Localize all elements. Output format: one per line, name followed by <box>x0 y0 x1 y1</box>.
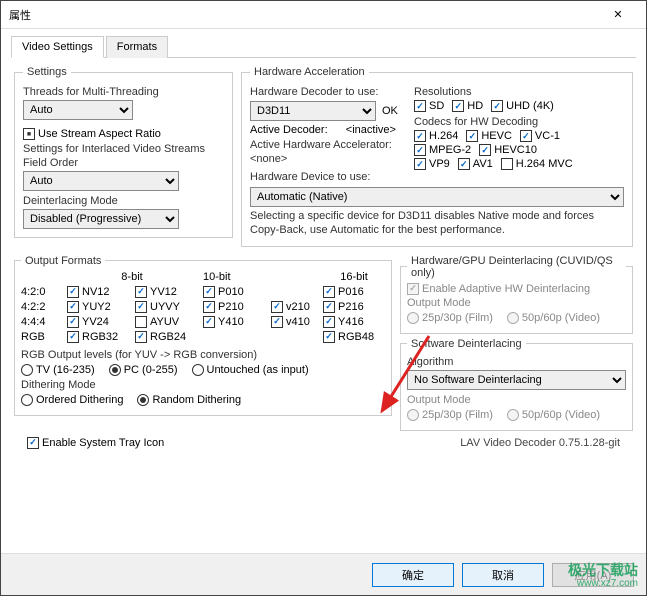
fmt-ayuv-checkbox[interactable]: AYUV <box>135 316 197 328</box>
fmt-y410-checkbox[interactable]: Y410 <box>203 316 265 328</box>
fmt-yv12-checkbox[interactable]: YV12 <box>135 286 197 298</box>
fmt-rgb48-checkbox[interactable]: RGB48 <box>323 331 385 343</box>
codec-mpeg2-checkbox[interactable]: MPEG-2 <box>414 144 471 156</box>
sw-25p-radio: 25p/30p (Film) <box>407 409 493 421</box>
cancel-button[interactable]: 取消 <box>462 563 544 587</box>
fmt-rgb24-checkbox[interactable]: RGB24 <box>135 331 197 343</box>
fmt-p016-checkbox[interactable]: P016 <box>323 286 385 298</box>
hw-50p-radio: 50p/60p (Video) <box>507 312 600 324</box>
hw-deint-group: Hardware/GPU Deinterlacing (CUVID/QS onl… <box>400 255 633 334</box>
fmt-row-420: 4:2:0 <box>21 286 61 298</box>
ok-button[interactable]: 确定 <box>372 563 454 587</box>
watermark-line1: 极光下载站 <box>568 563 638 578</box>
threads-label: Threads for Multi-Threading <box>23 86 224 98</box>
checkbox-icon <box>23 128 35 140</box>
active-decoder-value: <inactive> <box>346 124 396 136</box>
codec-av1-checkbox[interactable]: AV1 <box>458 158 493 170</box>
tab-formats[interactable]: Formats <box>106 36 168 58</box>
hw-25p-radio: 25p/30p (Film) <box>407 312 493 324</box>
fmt-row-444: 4:4:4 <box>21 316 61 328</box>
dither-random-radio[interactable]: Random Dithering <box>137 394 241 406</box>
properties-dialog: 属性 ✕ Video Settings Formats Settings Thr… <box>0 0 647 596</box>
dither-ordered-radio[interactable]: Ordered Dithering <box>21 394 123 406</box>
tray-icon-checkbox[interactable]: Enable System Tray Icon <box>27 437 164 449</box>
hw-device-label: Hardware Device to use: <box>250 171 406 183</box>
sw-outmode-label: Output Mode <box>407 394 626 406</box>
fmt-v410-checkbox[interactable]: v410 <box>271 316 317 328</box>
fmt-y416-checkbox[interactable]: Y416 <box>323 316 385 328</box>
codec-hevc10-checkbox[interactable]: HEVC10 <box>479 144 537 156</box>
hw-decoder-status: OK <box>382 105 398 117</box>
use-stream-ar-checkbox[interactable]: Use Stream Aspect Ratio <box>23 128 161 140</box>
settings-group: Settings Threads for Multi-Threading Aut… <box>14 66 233 238</box>
fmt-v210-checkbox[interactable]: v210 <box>271 301 317 313</box>
codec-hevc-checkbox[interactable]: HEVC <box>466 130 512 142</box>
threads-select[interactable]: Auto <box>23 100 133 120</box>
fmt-row-rgb: RGB <box>21 331 61 343</box>
hw-decoder-select[interactable]: D3D11 <box>250 101 376 121</box>
deint-mode-select[interactable]: Disabled (Progressive) <box>23 209 179 229</box>
fmt-yuy2-checkbox[interactable]: YUY2 <box>67 301 129 313</box>
fmt-yv24-checkbox[interactable]: YV24 <box>67 316 129 328</box>
watermark-line2: www.xz7.com <box>568 578 638 589</box>
fmt-p210-checkbox[interactable]: P210 <box>203 301 265 313</box>
rgb-untouched-radio[interactable]: Untouched (as input) <box>192 364 309 376</box>
window-title: 属性 <box>9 7 598 23</box>
fmt-uyvy-checkbox[interactable]: UYVY <box>135 301 197 313</box>
hw-accel-group: Hardware Acceleration Hardware Decoder t… <box>241 66 633 247</box>
fmt-row-422: 4:2:2 <box>21 301 61 313</box>
fmt-p216-checkbox[interactable]: P216 <box>323 301 385 313</box>
res-hd-checkbox[interactable]: HD <box>452 100 483 112</box>
interlaced-settings-label: Settings for Interlaced Video Streams <box>23 143 224 155</box>
codecs-label: Codecs for HW Decoding <box>414 116 624 128</box>
close-button[interactable]: ✕ <box>598 1 638 29</box>
hw-adaptive-checkbox: Enable Adaptive HW Deinterlacing <box>407 283 626 295</box>
field-order-select[interactable]: Auto <box>23 171 179 191</box>
active-accel-value: <none> <box>250 153 406 165</box>
hw-deint-legend: Hardware/GPU Deinterlacing (CUVID/QS onl… <box>407 255 626 279</box>
active-decoder-label: Active Decoder: <box>250 124 328 136</box>
rgb-tv-radio[interactable]: TV (16-235) <box>21 364 95 376</box>
button-bar: 确定 取消 应用(A) <box>1 553 646 595</box>
output-formats-group: Output Formats 8-bit 10-bit 16-bit 4:2:0… <box>14 255 392 416</box>
deint-mode-label: Deinterlacing Mode <box>23 195 224 207</box>
fmt-nv12-checkbox[interactable]: NV12 <box>67 286 129 298</box>
sw-algo-label: Algorithm <box>407 356 626 368</box>
res-uhd-checkbox[interactable]: UHD (4K) <box>491 100 554 112</box>
sw-50p-radio: 50p/60p (Video) <box>507 409 600 421</box>
hw-decoder-label: Hardware Decoder to use: <box>250 86 406 98</box>
output-formats-legend: Output Formats <box>21 255 105 267</box>
field-order-label: Field Order <box>23 157 224 169</box>
fmt-rgb32-checkbox[interactable]: RGB32 <box>67 331 129 343</box>
settings-legend: Settings <box>23 66 71 78</box>
resolutions-label: Resolutions <box>414 86 624 98</box>
version-label: LAV Video Decoder 0.75.1.28-git <box>460 437 620 449</box>
codec-vp9-checkbox[interactable]: VP9 <box>414 158 450 170</box>
hw-device-note: Selecting a specific device for D3D11 di… <box>250 209 624 238</box>
fmt-hdr-10bit: 10-bit <box>203 271 317 283</box>
sw-algo-select[interactable]: No Software Deinterlacing <box>407 370 626 390</box>
fmt-p010-checkbox[interactable]: P010 <box>203 286 265 298</box>
codec-h264-checkbox[interactable]: H.264 <box>414 130 458 142</box>
codec-vc1-checkbox[interactable]: VC-1 <box>520 130 560 142</box>
titlebar: 属性 ✕ <box>1 1 646 29</box>
dithering-label: Dithering Mode <box>21 379 385 391</box>
rgb-pc-radio[interactable]: PC (0-255) <box>109 364 178 376</box>
fmt-hdr-16bit: 16-bit <box>323 271 385 283</box>
fmt-hdr-8bit: 8-bit <box>67 271 197 283</box>
tab-strip: Video Settings Formats <box>11 35 636 58</box>
active-accel-label: Active Hardware Accelerator: <box>250 139 406 151</box>
watermark: 极光下载站 www.xz7.com <box>568 563 638 589</box>
tab-video-settings[interactable]: Video Settings <box>11 36 104 58</box>
hw-outmode-label: Output Mode <box>407 297 626 309</box>
hw-device-select[interactable]: Automatic (Native) <box>250 187 624 207</box>
close-icon: ✕ <box>613 8 622 21</box>
sw-deint-legend: Software Deinterlacing <box>407 338 526 350</box>
codec-h264mvc-checkbox[interactable]: H.264 MVC <box>501 158 573 170</box>
rgb-levels-label: RGB Output levels (for YUV -> RGB conver… <box>21 349 385 361</box>
res-sd-checkbox[interactable]: SD <box>414 100 444 112</box>
sw-deint-group: Software Deinterlacing Algorithm No Soft… <box>400 338 633 431</box>
hw-accel-legend: Hardware Acceleration <box>250 66 369 78</box>
